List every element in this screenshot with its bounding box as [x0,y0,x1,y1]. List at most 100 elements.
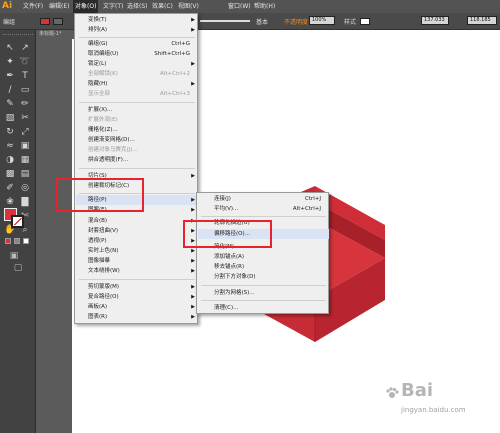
menu-item-compound-path[interactable]: 复合路径(O) ▶ [76,292,198,302]
menu-item-envelope-distort[interactable]: 封套扭曲(V) ▶ [76,226,198,236]
submenu-arrow-icon: ▶ [191,17,195,23]
menu-item-arrange[interactable]: 排列(A) ▶ [76,25,198,35]
menu-item-clipping-mask[interactable]: 剪切蒙版(M) ▶ [76,282,198,292]
watermark-url: jingyan.baidu.com [401,406,466,414]
mesh-tool-icon[interactable]: ▩ [4,168,16,180]
shape-builder-icon[interactable]: ◑ [4,154,16,166]
menu-item-artboards[interactable]: 画板(A) ▶ [76,302,198,312]
paintbrush-icon[interactable]: ✎ [4,98,16,110]
pen-tool-icon[interactable]: ✒ [4,70,16,82]
perspective-grid-icon[interactable]: ▦ [19,154,31,166]
column-graph-icon[interactable]: ▇ [19,196,31,208]
w-input[interactable]: 118.185 [467,16,497,25]
menu-item-label: 栅格化(Z)... [88,127,118,133]
menu-item-expand-appearance[interactable]: 扩展外观(E) [76,115,198,125]
submenu-arrow-icon: ▶ [191,81,195,87]
menu-item-ungroup[interactable]: 取消编组(U) Shift+Ctrl+G [76,49,198,59]
submenu-item-remove-anchor[interactable]: 移去锚点(R) [198,262,329,272]
menu-item-shortcut: Alt+Ctrl+J [292,206,321,212]
menu-item-label: 编组(G) [88,41,108,47]
menu-item-blend[interactable]: 混合(B) ▶ [76,216,198,226]
fill-swatch[interactable] [40,18,50,25]
menu-item-unlock-all[interactable]: 全部解锁(K) Alt+Ctrl+2 [76,69,198,79]
submenu-item-clean-up[interactable]: 清理(C)... [198,303,329,313]
line-tool-icon[interactable]: ∕ [4,84,16,96]
lasso-icon[interactable]: ➰ [19,56,31,68]
menu-item-expand[interactable]: 扩展(X)... [76,105,198,115]
menu-item-label: 文本绕排(W) [88,268,120,274]
menu-item-perspective[interactable]: 透视(P) ▶ [76,236,198,246]
scale-tool-icon[interactable]: ⤢ [19,126,31,138]
rectangle-tool-icon[interactable]: ▭ [19,84,31,96]
stroke-style-label[interactable]: 基本 [256,17,268,26]
menu-item-object-mosaic[interactable]: 创建对象马赛克(J)... [76,145,198,155]
menu-item-label: 取消编组(U) [88,51,119,57]
menu-item-label: 实时上色(N) [88,248,119,254]
submenu-item-join[interactable]: 连接(J) Ctrl+J [198,194,329,204]
menu-item-group[interactable]: 编组(G) Ctrl+G [76,39,198,49]
menu-item-hide[interactable]: 隐藏(H) ▶ [76,79,198,89]
opacity-label: 不透明度 [284,19,309,26]
gradient-mode-icon[interactable] [14,238,20,244]
menu-object[interactable]: 对象(O) [73,0,99,13]
menu-separator [201,285,326,286]
submenu-arrow-icon: ▶ [191,294,195,300]
submenu-item-add-anchor[interactable]: 添加锚点(A) [198,252,329,262]
symbol-sprayer-icon[interactable]: ❀ [4,196,16,208]
menu-item-text-wrap[interactable]: 文本绕排(W) ▶ [76,266,198,276]
menu-file[interactable]: 文件(F) [21,0,45,13]
submenu-item-split-grid[interactable]: 分割为网格(S)... [198,288,329,298]
panel-grip[interactable] [3,34,33,37]
menu-item-image-trace[interactable]: 图像描摹 ▶ [76,256,198,266]
eraser-icon[interactable]: ▧ [4,112,16,124]
rotate-tool-icon[interactable]: ↻ [4,126,16,138]
screen-mode-icon[interactable]: ▢ [12,262,24,274]
menu-item-shortcut: Ctrl+J [304,196,321,202]
menu-item-rasterize[interactable]: 栅格化(Z)... [76,125,198,135]
path-submenu: 连接(J) Ctrl+J 平均(V)... Alt+Ctrl+J 轮廓化描边(U) … [196,192,329,314]
menu-item-transform[interactable]: 变换(T) ▶ [76,15,198,25]
menu-help[interactable]: 帮助(H) [252,0,277,13]
eyedropper-icon[interactable]: ✐ [4,182,16,194]
document-tab[interactable]: 未标题-1* [36,30,76,39]
type-tool-icon[interactable]: T [19,70,31,82]
menu-effect[interactable]: 效果(C) [150,0,175,13]
menu-view[interactable]: 视图(V) [176,0,201,13]
submenu-item-average[interactable]: 平均(V)... Alt+Ctrl+J [198,204,329,214]
menu-select[interactable]: 选择(S) [125,0,150,13]
scissors-icon[interactable]: ✂ [19,112,31,124]
free-transform-icon[interactable]: ▣ [19,140,31,152]
stroke-swatch[interactable] [53,18,63,25]
menu-separator [79,168,195,169]
draw-mode-icon[interactable]: ▣ [8,250,20,262]
selection-tool-icon[interactable]: ↖ [4,42,16,54]
submenu-arrow-icon: ▶ [191,268,195,274]
menu-item-lock[interactable]: 锁定(L) ▶ [76,59,198,69]
gradient-tool-icon[interactable]: ▤ [19,168,31,180]
submenu-item-divide-below[interactable]: 分割下方对象(D) [198,272,329,282]
none-mode-icon[interactable] [23,238,29,244]
menu-item-gradient-mesh[interactable]: 创建渐变网格(D)... [76,135,198,145]
magic-wand-icon[interactable]: ✦ [4,56,16,68]
submenu-arrow-icon: ▶ [191,304,195,310]
pencil-icon[interactable]: ✏ [19,98,31,110]
x-input[interactable]: 137.033 [421,16,449,25]
menu-item-label: 创建对象马赛克(J)... [88,147,138,153]
menu-type[interactable]: 文字(T) [101,0,125,13]
menu-window[interactable]: 窗口(W) [226,0,253,13]
menu-item-shortcut: Ctrl+G [171,41,190,47]
menu-item-show-all[interactable]: 显示全部 Alt+Ctrl+3 [76,89,198,99]
direct-selection-tool-icon[interactable]: ↗ [19,42,31,54]
menu-item-live-paint[interactable]: 实时上色(N) ▶ [76,246,198,256]
menu-item-flatten-transparency[interactable]: 拼合透明度(F)... [76,155,198,165]
menu-item-graph[interactable]: 图表(R) ▶ [76,312,198,322]
blend-tool-icon[interactable]: ◎ [19,182,31,194]
style-label: 样式 [344,19,357,26]
menu-edit[interactable]: 编辑(E) [47,0,71,13]
opacity-input[interactable]: 100% [309,16,335,25]
width-tool-icon[interactable]: ≈ [4,140,16,152]
menu-separator [79,102,195,103]
color-mode-icon[interactable] [5,238,11,244]
style-swatch[interactable] [360,18,370,25]
menu-item-label: 移去锚点(R) [214,264,245,270]
